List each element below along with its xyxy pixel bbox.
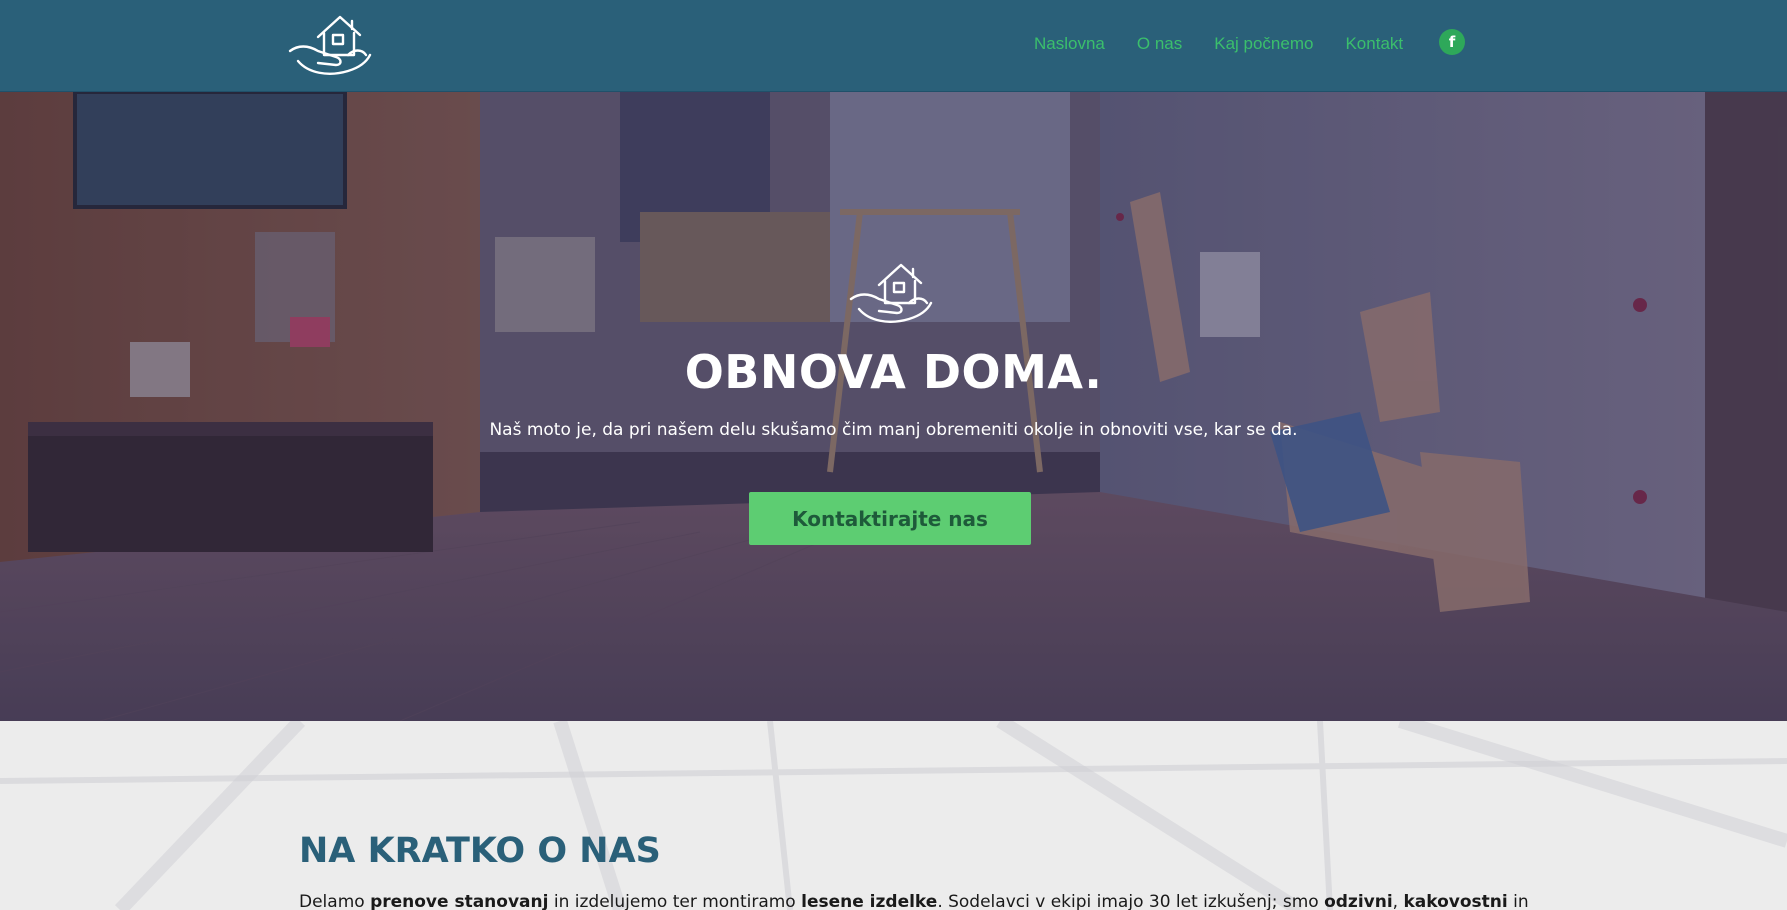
house-in-hand-icon[interactable]: [288, 11, 372, 79]
about-text-bold: odzivni: [1324, 892, 1393, 910]
about-text-part: Delamo: [299, 892, 371, 910]
nav-link-kaj-pocnemo[interactable]: Kaj počnemo: [1214, 34, 1313, 54]
hero-section: OBNOVA DOMA. Naš moto je, da pri našem d…: [0, 92, 1787, 721]
hero-subtitle: Naš moto je, da pri našem delu skušamo č…: [489, 420, 1298, 440]
site-header: Naslovna O nas Kaj počnemo Kontakt f: [0, 0, 1787, 92]
nav-link-kontakt[interactable]: Kontakt: [1345, 34, 1403, 54]
about-text-bold: prenove stanovanj: [370, 892, 549, 910]
main-nav: Naslovna O nas Kaj počnemo Kontakt: [1034, 34, 1435, 54]
about-title: NA KRATKO O NAS: [299, 831, 661, 871]
house-in-hand-icon: [849, 263, 933, 323]
nav-link-naslovna[interactable]: Naslovna: [1034, 34, 1105, 54]
about-text-bold: lesene izdelke: [801, 892, 938, 910]
about-text-bold: kakovostni: [1403, 892, 1508, 910]
facebook-icon[interactable]: f: [1439, 29, 1465, 55]
hero-overlay: [0, 92, 1787, 721]
about-text: Delamo prenove stanovanj in izdelujemo t…: [299, 892, 1529, 910]
about-background-image: [0, 721, 1787, 910]
about-text-part: in izdelujemo ter montiramo: [548, 892, 802, 910]
contact-us-button[interactable]: Kontaktirajte nas: [749, 492, 1031, 545]
about-section: NA KRATKO O NAS Delamo prenove stanovanj…: [0, 721, 1787, 910]
about-text-part: in: [1507, 892, 1529, 910]
about-text-part: ,: [1392, 892, 1404, 910]
hero-title: OBNOVA DOMA.: [684, 345, 1103, 399]
about-text-part: . Sodelavci v ekipi imajo 30 let izkušen…: [937, 892, 1325, 910]
nav-link-o-nas[interactable]: O nas: [1137, 34, 1182, 54]
facebook-glyph: f: [1448, 33, 1456, 51]
